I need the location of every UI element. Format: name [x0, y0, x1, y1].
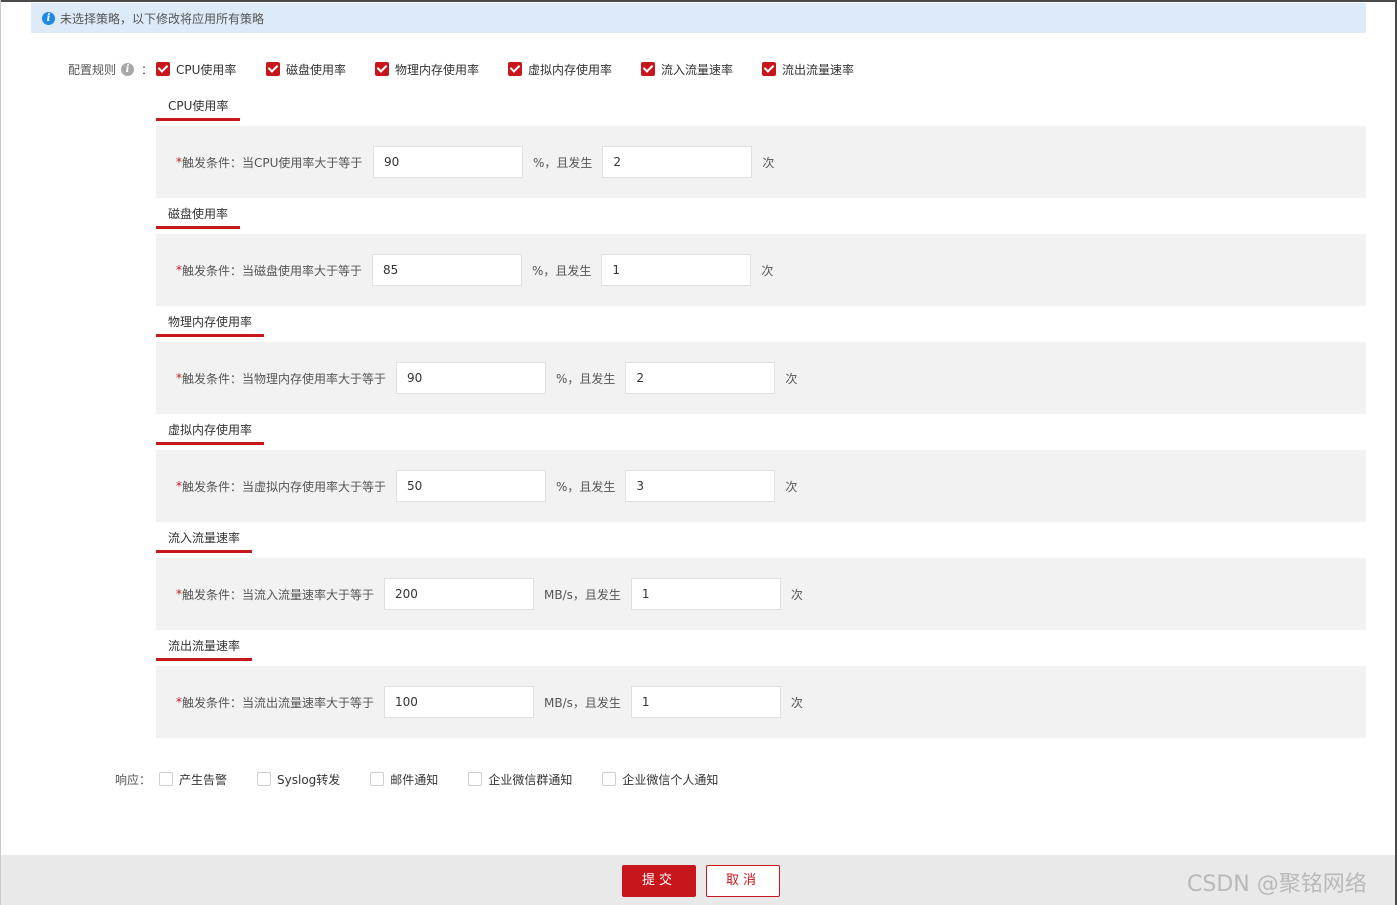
unit-label: MB/s，且发生: [544, 587, 621, 602]
count-unit-label: 次: [762, 155, 775, 170]
section-panel-outbound-traffic: * 触发条件：当流出流量速率大于等于 MB/s，且发生 次: [156, 666, 1366, 738]
config-rules-colon: ：: [141, 62, 154, 77]
condition-label: 触发条件：当磁盘使用率大于等于: [182, 263, 363, 278]
condition-row: * 触发条件：当磁盘使用率大于等于 %，且发生 次: [176, 254, 773, 286]
section-title-cpu: CPU使用率: [156, 96, 241, 121]
condition-row: * 触发条件：当流出流量速率大于等于 MB/s，且发生 次: [176, 686, 803, 718]
rule-checkbox-virtual-memory[interactable]: 虚拟内存使用率: [508, 60, 612, 78]
rule-checkbox-outbound-traffic[interactable]: 流出流量速率: [762, 60, 854, 78]
condition-row: * 触发条件：当物理内存使用率大于等于 %，且发生 次: [176, 362, 797, 394]
response-checkbox-label: 企业微信个人通知: [622, 772, 719, 787]
watermark: CSDN @聚铭网络: [1187, 872, 1367, 897]
threshold-input-physical-memory[interactable]: [396, 362, 546, 394]
section-panel-virtual-memory: * 触发条件：当虚拟内存使用率大于等于 %，且发生 次: [156, 450, 1366, 522]
rule-checkbox-physical-memory[interactable]: 物理内存使用率: [375, 60, 479, 78]
response-row: 响应： 产生告警 Syslog转发 邮件通知 企业微信群通知 企业微信个人通知: [115, 770, 748, 788]
condition-label: 触发条件：当流出流量速率大于等于: [182, 695, 375, 710]
response-checkbox-email[interactable]: 邮件通知: [370, 771, 438, 788]
checkbox-unchecked-icon[interactable]: [159, 772, 174, 786]
checkbox-unchecked-icon[interactable]: [602, 772, 617, 786]
condition-row: * 触发条件：当流入流量速率大于等于 MB/s，且发生 次: [176, 578, 803, 610]
checkbox-checked-icon[interactable]: [266, 62, 280, 76]
response-checkbox-alarm[interactable]: 产生告警: [159, 771, 227, 788]
checkbox-checked-icon[interactable]: [375, 62, 389, 76]
response-checkbox-wecom-group[interactable]: 企业微信群通知: [468, 771, 572, 788]
count-unit-label: 次: [790, 587, 803, 602]
response-checkbox-label: Syslog转发: [277, 772, 341, 787]
threshold-input-disk[interactable]: [372, 254, 522, 286]
condition-row: * 触发条件：当虚拟内存使用率大于等于 %，且发生 次: [176, 470, 797, 502]
submit-button[interactable]: 提交: [622, 865, 696, 897]
response-checkbox-wecom-personal[interactable]: 企业微信个人通知: [602, 771, 718, 788]
response-label: 响应：: [115, 772, 152, 787]
section-title-inbound-traffic: 流入流量速率: [156, 528, 253, 553]
rule-checkbox-inbound-traffic[interactable]: 流入流量速率: [641, 60, 733, 78]
threshold-input-cpu[interactable]: [373, 146, 523, 178]
count-input-disk[interactable]: [601, 254, 752, 286]
footer-bar: 提交 取消: [1, 855, 1395, 905]
rule-checkbox-group: CPU使用率 磁盘使用率 物理内存使用率 虚拟内存使用率 流入流量速率 流出流量…: [156, 60, 916, 78]
checkbox-checked-icon[interactable]: [641, 62, 655, 76]
response-checkbox-label: 产生告警: [179, 772, 228, 787]
condition-label: 触发条件：当CPU使用率大于等于: [182, 155, 363, 170]
count-input-cpu[interactable]: [602, 146, 753, 178]
response-checkbox-syslog[interactable]: Syslog转发: [257, 771, 340, 788]
window-top-border: [0, 0, 1397, 2]
info-icon: i: [42, 11, 55, 25]
cancel-button[interactable]: 取消: [706, 865, 780, 897]
rule-checkbox-label: CPU使用率: [176, 62, 237, 77]
checkbox-checked-icon[interactable]: [156, 62, 170, 76]
response-checkbox-label: 邮件通知: [390, 772, 439, 787]
config-rules-row: 配置规则 i ：: [68, 60, 159, 78]
condition-label: 触发条件：当虚拟内存使用率大于等于: [182, 479, 387, 494]
condition-row: * 触发条件：当CPU使用率大于等于 %，且发生 次: [176, 146, 774, 178]
rule-checkbox-label: 流入流量速率: [661, 62, 734, 77]
rule-checkbox-label: 虚拟内存使用率: [528, 62, 613, 77]
unit-label: %，且发生: [532, 263, 592, 278]
checkbox-unchecked-icon[interactable]: [468, 772, 483, 786]
window-left-border: [0, 0, 1, 905]
rule-checkbox-label: 物理内存使用率: [395, 62, 480, 77]
count-unit-label: 次: [785, 479, 798, 494]
section-title-physical-memory: 物理内存使用率: [156, 312, 265, 337]
threshold-input-inbound-traffic[interactable]: [384, 578, 534, 610]
info-banner: i 未选择策略，以下修改将应用所有策略: [31, 3, 1366, 33]
count-unit-label: 次: [790, 695, 803, 710]
rule-checkbox-disk[interactable]: 磁盘使用率: [266, 60, 346, 78]
count-input-virtual-memory[interactable]: [625, 470, 776, 502]
condition-label: 触发条件：当流入流量速率大于等于: [182, 587, 375, 602]
count-input-inbound-traffic[interactable]: [630, 578, 781, 610]
section-panel-physical-memory: * 触发条件：当物理内存使用率大于等于 %，且发生 次: [156, 342, 1366, 414]
config-rules-label: 配置规则: [68, 62, 117, 77]
checkbox-unchecked-icon[interactable]: [257, 772, 272, 786]
count-unit-label: 次: [785, 371, 798, 386]
info-banner-text: 未选择策略，以下修改将应用所有策略: [60, 11, 265, 26]
section-title-virtual-memory: 虚拟内存使用率: [156, 420, 265, 445]
section-panel-inbound-traffic: * 触发条件：当流入流量速率大于等于 MB/s，且发生 次: [156, 558, 1366, 630]
threshold-input-outbound-traffic[interactable]: [384, 686, 534, 718]
count-input-outbound-traffic[interactable]: [630, 686, 781, 718]
response-checkbox-label: 企业微信群通知: [488, 772, 573, 787]
rule-checkbox-label: 流出流量速率: [782, 62, 855, 77]
section-title-disk: 磁盘使用率: [156, 204, 241, 229]
rule-checkbox-label: 磁盘使用率: [286, 62, 347, 77]
checkbox-unchecked-icon[interactable]: [370, 772, 385, 786]
checkbox-checked-icon[interactable]: [508, 62, 522, 76]
unit-label: %，且发生: [533, 155, 593, 170]
threshold-input-virtual-memory[interactable]: [396, 470, 546, 502]
count-unit-label: 次: [761, 263, 774, 278]
unit-label: MB/s，且发生: [544, 695, 621, 710]
section-title-outbound-traffic: 流出流量速率: [156, 636, 253, 661]
unit-label: %，且发生: [556, 371, 616, 386]
checkbox-checked-icon[interactable]: [762, 62, 776, 76]
condition-label: 触发条件：当物理内存使用率大于等于: [182, 371, 387, 386]
rule-checkbox-cpu[interactable]: CPU使用率: [156, 60, 236, 78]
section-panel-cpu: * 触发条件：当CPU使用率大于等于 %，且发生 次: [156, 126, 1366, 198]
unit-label: %，且发生: [556, 479, 616, 494]
section-panel-disk: * 触发条件：当磁盘使用率大于等于 %，且发生 次: [156, 234, 1366, 306]
help-icon[interactable]: i: [121, 62, 135, 76]
count-input-physical-memory[interactable]: [625, 362, 776, 394]
